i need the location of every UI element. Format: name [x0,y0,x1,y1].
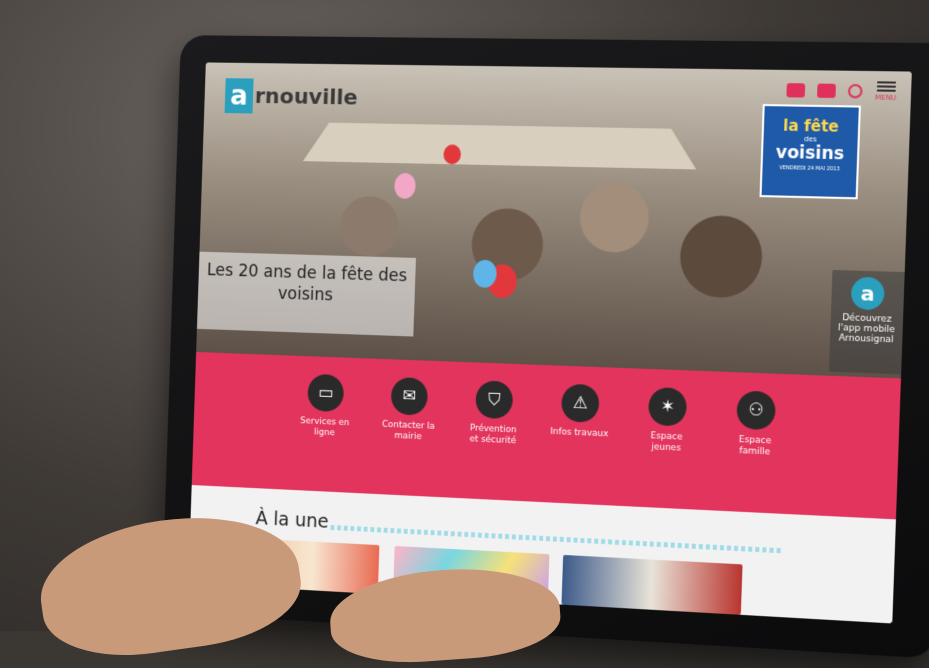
service-label: Prévention et sécurité [469,423,517,447]
service-label: Infos travaux [549,426,609,440]
laptop-screen: a rnouville MENU la fête des voisins VEN… [188,62,912,624]
hamburger-bar [876,89,896,92]
news-card[interactable] [561,554,743,615]
poster-line-1: la fête [782,116,840,136]
top-icons: MENU [786,80,897,102]
shield-icon: ⛉ [475,380,514,420]
menu-label: MENU [874,93,897,103]
hero-banner: a rnouville MENU la fête des voisins VEN… [196,62,912,379]
service-online[interactable]: ▭ Services en ligne [294,373,355,492]
service-youth[interactable]: ✶ Espace jeunes [634,387,698,510]
app-logo-icon: a [850,276,885,311]
poster-date: VENDREDI 24 MAI 2013 [779,165,840,173]
service-contact[interactable]: ✉ Contacter la mairie [377,376,438,497]
logo-text: rnouville [254,83,359,110]
youtube-icon[interactable] [817,83,837,99]
hamburger-icon [876,81,896,84]
hamburger-bar [876,85,896,88]
service-works[interactable]: ⚠ Infos travaux [547,383,610,505]
warning-icon: ⚠ [560,383,600,423]
event-poster[interactable]: la fête des voisins VENDREDI 24 MAI 2013 [759,104,861,200]
service-label: Services en ligne [300,416,350,439]
site-logo[interactable]: a rnouville [224,78,359,115]
service-label: Contacter la mairie [381,419,435,443]
party-tent [286,122,715,170]
search-icon[interactable] [847,83,863,99]
poster-line-3: voisins [775,142,845,165]
service-label: Espace jeunes [650,431,683,454]
mail-icon[interactable] [786,83,806,98]
app-promo[interactable]: a Découvrez l'app mobile Arnousignal [828,269,905,375]
hero-caption[interactable]: Les 20 ans de la fête des voisins [196,251,416,337]
jumping-person-icon: ✶ [647,387,688,427]
mail-icon: ✉ [390,376,429,416]
news-title: À la une [255,507,330,533]
app-promo-text: Découvrez l'app mobile Arnousignal [837,313,896,346]
logo-mark: a [224,78,254,114]
service-family[interactable]: ⚇ Espace famille [722,390,787,514]
laptop-icon: ▭ [307,373,345,413]
balloon-pink [394,172,416,199]
menu-button[interactable]: MENU [875,81,897,102]
service-prevention[interactable]: ⛉ Prévention et sécurité [462,380,524,501]
family-icon: ⚇ [736,390,777,431]
service-label: Espace famille [738,434,772,458]
